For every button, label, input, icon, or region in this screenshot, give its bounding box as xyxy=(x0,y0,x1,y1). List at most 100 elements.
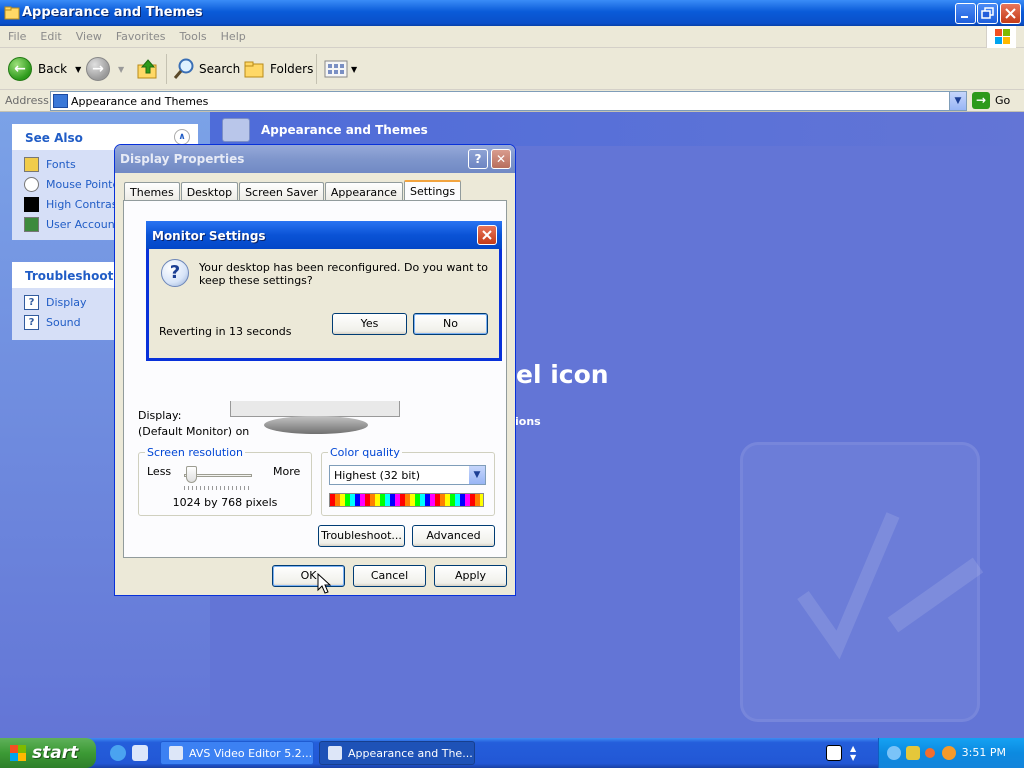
mouse-icon xyxy=(24,176,39,192)
address-dropdown-icon[interactable]: ▼ xyxy=(949,92,966,110)
clock[interactable]: 3:51 PM xyxy=(962,746,1006,759)
yes-button[interactable]: Yes xyxy=(332,313,407,335)
display-properties-title: Display Properties xyxy=(120,152,245,166)
task-appearance-themes[interactable]: Appearance and The... xyxy=(319,741,475,765)
search-button[interactable]: Search xyxy=(172,54,240,84)
collapse-chevron-icon[interactable]: ∧ xyxy=(174,129,190,145)
slider-ticks xyxy=(184,486,252,490)
advanced-button[interactable]: Advanced xyxy=(412,525,495,547)
appearance-themes-icon xyxy=(222,118,250,142)
folders-button[interactable]: Folders xyxy=(243,54,313,84)
windows-logo-icon xyxy=(986,26,1016,48)
back-label: Back xyxy=(38,62,68,76)
minimize-button[interactable] xyxy=(955,3,976,24)
troubleshoot-button[interactable]: Troubleshoot... xyxy=(318,525,405,547)
back-button[interactable]: ← Back ▼ xyxy=(8,54,81,84)
show-desktop-icon[interactable] xyxy=(132,745,148,761)
search-tray-icon[interactable] xyxy=(942,746,956,760)
go-arrow-icon: → xyxy=(972,92,990,109)
views-dropdown-icon[interactable]: ▼ xyxy=(351,65,357,74)
color-quality-select[interactable]: Highest (32 bit) ▼ xyxy=(329,465,486,485)
color-spectrum-bar xyxy=(329,493,484,507)
question-icon: ? xyxy=(161,259,189,287)
menu-tools[interactable]: Tools xyxy=(172,26,213,43)
address-input[interactable]: Appearance and Themes ▼ xyxy=(50,91,967,111)
go-button[interactable]: → Go xyxy=(972,92,1010,109)
see-also-title: See Also xyxy=(25,131,83,145)
system-tray: 3:51 PM xyxy=(878,738,1024,768)
cancel-button[interactable]: Cancel xyxy=(353,565,426,587)
menu-edit[interactable]: Edit xyxy=(32,26,67,43)
resolution-more-label: More xyxy=(273,465,301,478)
chevron-down-icon[interactable]: ▼ xyxy=(469,466,485,484)
color-quality-group: Color quality Highest (32 bit) ▼ xyxy=(321,446,495,516)
monitor-settings-close-button[interactable] xyxy=(477,225,497,245)
start-label: start xyxy=(32,743,79,763)
tray-app-icon[interactable] xyxy=(925,748,935,758)
security-shield-icon[interactable] xyxy=(906,746,920,760)
tab-screen-saver[interactable]: Screen Saver xyxy=(239,182,324,201)
menu-help[interactable]: Help xyxy=(213,26,252,43)
category-title: Appearance and Themes xyxy=(261,123,428,137)
toolbar-separator xyxy=(166,54,167,84)
search-label: Search xyxy=(199,62,241,76)
menu-favorites[interactable]: Favorites xyxy=(108,26,172,43)
avs-app-icon xyxy=(169,746,183,760)
address-label: Address xyxy=(5,94,49,107)
help-icon: ? xyxy=(24,294,39,310)
folders-icon xyxy=(244,61,264,78)
help-tray-icon[interactable] xyxy=(826,745,842,761)
network-icon[interactable] xyxy=(887,746,901,760)
color-quality-value: Highest (32 bit) xyxy=(334,469,421,482)
control-panel-icon-heading: el icon xyxy=(516,360,609,389)
apply-button[interactable]: Apply xyxy=(434,565,507,587)
task-label: AVS Video Editor 5.2.... xyxy=(189,747,314,760)
tray-scroll-icon[interactable]: ▲ ▼ xyxy=(850,744,856,762)
see-also-label: High Contrast xyxy=(46,197,122,211)
search-icon xyxy=(173,58,194,79)
tab-themes[interactable]: Themes xyxy=(124,182,180,201)
forward-button[interactable]: → ▼ xyxy=(86,54,124,84)
address-bar: Address Appearance and Themes ▼ → Go xyxy=(0,90,1024,112)
monitor-settings-message: Your desktop has been reconfigured. Do y… xyxy=(199,261,488,287)
explorer-titlebar[interactable]: Appearance and Themes xyxy=(0,0,1024,26)
views-icon xyxy=(324,60,348,78)
monitor-settings-dialog: Monitor Settings ? Your desktop has been… xyxy=(146,221,502,361)
no-button[interactable]: No xyxy=(413,313,488,335)
monitor-stand-icon xyxy=(264,416,368,434)
tab-desktop[interactable]: Desktop xyxy=(180,182,239,201)
forward-dropdown-icon[interactable]: ▼ xyxy=(118,65,124,74)
monitor-settings-title: Monitor Settings xyxy=(152,229,266,243)
monitor-settings-titlebar[interactable]: Monitor Settings xyxy=(146,221,502,249)
views-button[interactable]: ▼ xyxy=(324,54,357,84)
dialog-close-button[interactable]: ✕ xyxy=(491,149,511,169)
control-panel-icon xyxy=(53,94,68,108)
resolution-slider-thumb[interactable] xyxy=(185,466,197,483)
back-arrow-icon: ← xyxy=(8,57,32,81)
internet-explorer-icon[interactable] xyxy=(110,745,126,761)
tab-settings[interactable]: Settings xyxy=(403,180,462,202)
control-panel-options-text: ions xyxy=(515,415,541,428)
back-dropdown-icon[interactable]: ▼ xyxy=(75,65,81,74)
revert-countdown: Reverting in 13 seconds xyxy=(159,325,292,338)
tab-appearance[interactable]: Appearance xyxy=(324,182,403,201)
troubleshooter-label: Sound xyxy=(46,315,81,329)
up-folder-icon xyxy=(137,59,157,79)
restore-button[interactable] xyxy=(977,3,998,24)
display-properties-titlebar[interactable]: Display Properties ? ✕ xyxy=(115,145,515,173)
display-properties-dialog: Display Properties ? ✕ Themes Desktop Sc… xyxy=(114,144,516,596)
task-label: Appearance and The... xyxy=(348,747,473,760)
checkmark-watermark-icon xyxy=(740,442,984,722)
display-value: (Default Monitor) on xyxy=(138,425,250,438)
up-button[interactable] xyxy=(136,54,160,84)
forward-arrow-icon: → xyxy=(86,57,110,81)
close-button[interactable] xyxy=(1000,3,1021,24)
task-avs-video-editor[interactable]: AVS Video Editor 5.2.... xyxy=(160,741,314,765)
start-button[interactable]: start xyxy=(0,738,96,768)
menu-file[interactable]: File xyxy=(0,26,32,43)
ok-button[interactable]: OK xyxy=(272,565,345,587)
high-contrast-icon xyxy=(24,196,39,212)
menu-view[interactable]: View xyxy=(68,26,108,43)
control-panel-task-icon xyxy=(328,746,342,760)
help-button[interactable]: ? xyxy=(468,149,488,169)
